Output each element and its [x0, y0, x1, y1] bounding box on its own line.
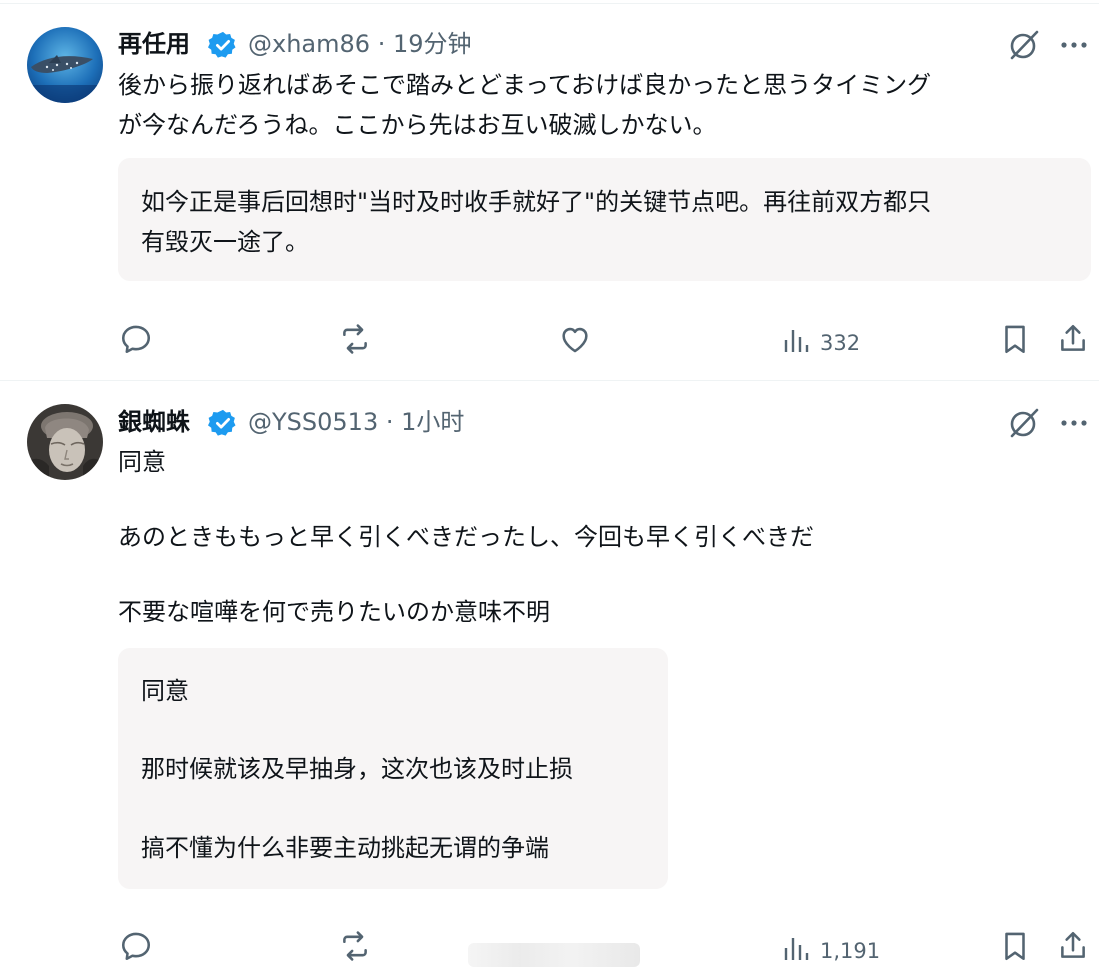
avatar-statue[interactable] [27, 404, 103, 480]
repost-icon[interactable] [338, 929, 372, 963]
reply-icon[interactable] [119, 929, 153, 963]
meta-separator: · [385, 408, 394, 436]
more-icon[interactable] [1059, 413, 1089, 433]
translation-line-3: 搞不懂为什么非要主动挑起无谓的争端 [141, 834, 549, 862]
like-icon[interactable] [558, 322, 592, 356]
author-handle-meta[interactable]: @xham86 · 19分钟 [248, 29, 472, 59]
bookmark-icon[interactable] [998, 929, 1032, 963]
post-text-line-1: 同意 [118, 448, 166, 476]
bookmark-icon[interactable] [998, 322, 1032, 356]
translation-line-2: 那时候就该及早抽身，这次也该及时止损 [141, 755, 573, 783]
author-handle[interactable]: @xham86 [248, 30, 370, 58]
views-stat[interactable]: 1,191 [782, 934, 882, 964]
post-text-line-1: 後から振り返ればあそこで踏みとどまっておけば良かったと思うタイミング [118, 71, 932, 99]
post-text-line-2: あのときももっと早く引くべきだったし、今回も早く引くべきだ [118, 523, 814, 551]
translation-line-1: 同意 [141, 677, 189, 705]
post-2[interactable]: 銀蜘蛛 @YSS0513 · 1小时 同意 あのときももっと早く引くべきだったし… [0, 381, 1099, 978]
repost-icon[interactable] [338, 322, 372, 356]
author-handle[interactable]: @YSS0513 [248, 408, 378, 436]
author-handle-meta[interactable]: @YSS0513 · 1小时 [248, 407, 464, 437]
meta-separator: · [377, 30, 386, 58]
post-1[interactable]: 再任用 @xham86 · 19分钟 後から振り返ればあそこで踏みとどまっておけ… [0, 0, 1099, 380]
post-text-line-3: 不要な喧嘩を何で売りたいのか意味不明 [118, 598, 550, 626]
translation-box: 如今正是事后回想时"当时及时收手就好了"的关键节点吧。再往前双方都只 有毁灭一途… [118, 158, 1091, 281]
translation-line-1: 如今正是事后回想时"当时及时收手就好了"的关键节点吧。再往前双方都只 [141, 188, 932, 216]
translation-box: 同意 那时候就该及早抽身，这次也该及时止损 搞不懂为什么非要主动挑起无谓的争端 [118, 648, 668, 889]
views-icon [784, 938, 809, 960]
verified-badge-icon [208, 409, 236, 436]
grok-icon[interactable] [1008, 29, 1040, 61]
verified-badge-icon [208, 31, 236, 58]
views-stat[interactable]: 332 [782, 326, 872, 356]
post-time[interactable]: 1小时 [401, 408, 464, 436]
avatar-whale-shark[interactable] [27, 27, 103, 103]
share-icon[interactable] [1056, 322, 1090, 356]
translation-line-2: 有毁灭一途了。 [141, 228, 309, 256]
grok-icon[interactable] [1008, 407, 1040, 439]
share-icon[interactable] [1056, 929, 1090, 963]
author-display-name[interactable]: 再任用 [118, 29, 190, 59]
more-icon[interactable] [1059, 35, 1089, 55]
post-text-line-2: が今なんだろうね。ここから先はお互い破滅しかない。 [118, 111, 717, 139]
blurred-watermark [468, 943, 640, 967]
author-display-name[interactable]: 銀蜘蛛 [118, 407, 190, 437]
post-time[interactable]: 19分钟 [393, 30, 472, 58]
views-icon [784, 330, 809, 352]
views-count: 1,191 [820, 939, 881, 963]
views-count: 332 [820, 331, 861, 355]
reply-icon[interactable] [119, 322, 153, 356]
